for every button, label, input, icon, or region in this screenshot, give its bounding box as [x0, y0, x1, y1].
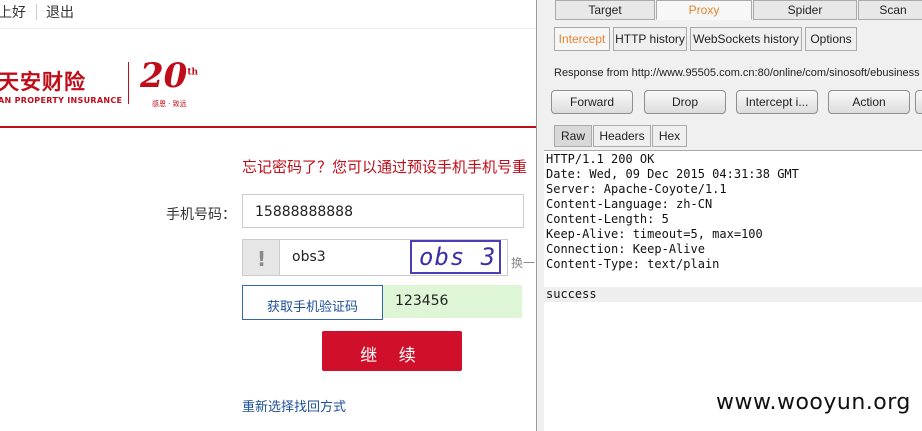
main-tabs: Target Proxy Spider Scan	[537, 0, 922, 20]
tab-headers[interactable]: Headers	[593, 125, 651, 147]
response-body-highlight	[544, 287, 922, 302]
header-rule	[0, 126, 536, 128]
tab-websockets-history[interactable]: WebSockets history	[690, 27, 802, 51]
captcha-input[interactable]: obs3	[292, 249, 326, 265]
forgot-password-hint: 忘记密码了？您可以通过预设手机手机号重	[242, 158, 528, 176]
search-field-edge[interactable]	[915, 90, 922, 114]
forward-button[interactable]: Forward	[551, 90, 633, 114]
continue-button[interactable]: 继 续	[322, 331, 462, 371]
raw-line: Content-Length: 5	[546, 212, 669, 226]
anniversary-logo: 20th	[140, 56, 198, 96]
tab-http-history[interactable]: HTTP history	[613, 27, 687, 51]
company-logo-cn: 天安财险	[0, 70, 86, 94]
tab-intercept[interactable]: Intercept	[554, 27, 610, 51]
get-sms-code-button[interactable]: 获取手机验证码	[242, 285, 383, 320]
captcha-image[interactable]: obs 3	[410, 240, 501, 274]
message-view-tabs: Raw Headers Hex	[537, 125, 922, 147]
reselect-method-link[interactable]: 重新选择找回方式	[242, 396, 346, 415]
anniversary-suffix: th	[187, 67, 199, 78]
raw-line: Content-Language: zh-CN	[546, 197, 713, 211]
logo-area: 天安财险	[0, 29, 536, 127]
tab-options[interactable]: Options	[805, 27, 857, 51]
captcha-image-text: obs 3	[419, 243, 497, 271]
raw-line: Content-Type: text/plain	[546, 257, 720, 271]
phone-input[interactable]: 15888888888	[242, 194, 524, 228]
top-bar: 上好 退出	[0, 0, 536, 29]
raw-line: Date: Wed, 09 Dec 2015 04:31:38 GMT	[546, 167, 799, 181]
raw-line: Keep-Alive: timeout=5, max=100	[546, 227, 763, 241]
proxy-subtabs: Intercept HTTP history WebSockets histor…	[537, 27, 922, 51]
burp-suite-panel: Target Proxy Spider Scan Intercept HTTP …	[536, 0, 922, 431]
sms-code-input[interactable]: 123456	[383, 285, 522, 318]
watermark: www.wooyun.org	[716, 390, 911, 415]
captcha-refresh-link[interactable]: 换一	[511, 254, 535, 271]
response-from-label: Response from http://www.95505.com.cn:80…	[554, 67, 920, 79]
drop-button[interactable]: Drop	[644, 90, 726, 114]
action-button[interactable]: Action	[828, 90, 910, 114]
tab-proxy[interactable]: Proxy	[656, 0, 752, 20]
intercept-toggle-button[interactable]: Intercept i...	[736, 90, 818, 114]
web-page: 上好 退出 天安财险 AN PROPERTY INSURANCE 20th 感恩…	[0, 0, 536, 431]
greeting-text: 上好	[0, 5, 26, 21]
tab-spider[interactable]: Spider	[753, 0, 857, 20]
tab-raw[interactable]: Raw	[554, 125, 592, 147]
tab-target[interactable]: Target	[555, 0, 655, 20]
raw-response-editor[interactable]: HTTP/1.1 200 OK Date: Wed, 09 Dec 2015 0…	[544, 150, 922, 431]
raw-line: success	[546, 287, 597, 301]
anniversary-number: 20	[140, 56, 188, 96]
topbar-divider	[36, 4, 37, 20]
anniversary-tagline: 感恩 · 致远	[152, 100, 187, 108]
raw-line: Connection: Keep-Alive	[546, 242, 705, 256]
raw-line: Server: Apache-Coyote/1.1	[546, 182, 727, 196]
logo-divider	[128, 62, 129, 104]
company-logo-en: AN PROPERTY INSURANCE	[0, 96, 123, 105]
phone-label: 手机号码：	[166, 207, 236, 223]
tab-hex[interactable]: Hex	[652, 125, 687, 147]
tab-scanner[interactable]: Scan	[858, 0, 922, 20]
raw-line: HTTP/1.1 200 OK	[546, 152, 655, 166]
logout-link[interactable]: 退出	[46, 2, 74, 22]
warning-icon: !	[243, 240, 280, 275]
